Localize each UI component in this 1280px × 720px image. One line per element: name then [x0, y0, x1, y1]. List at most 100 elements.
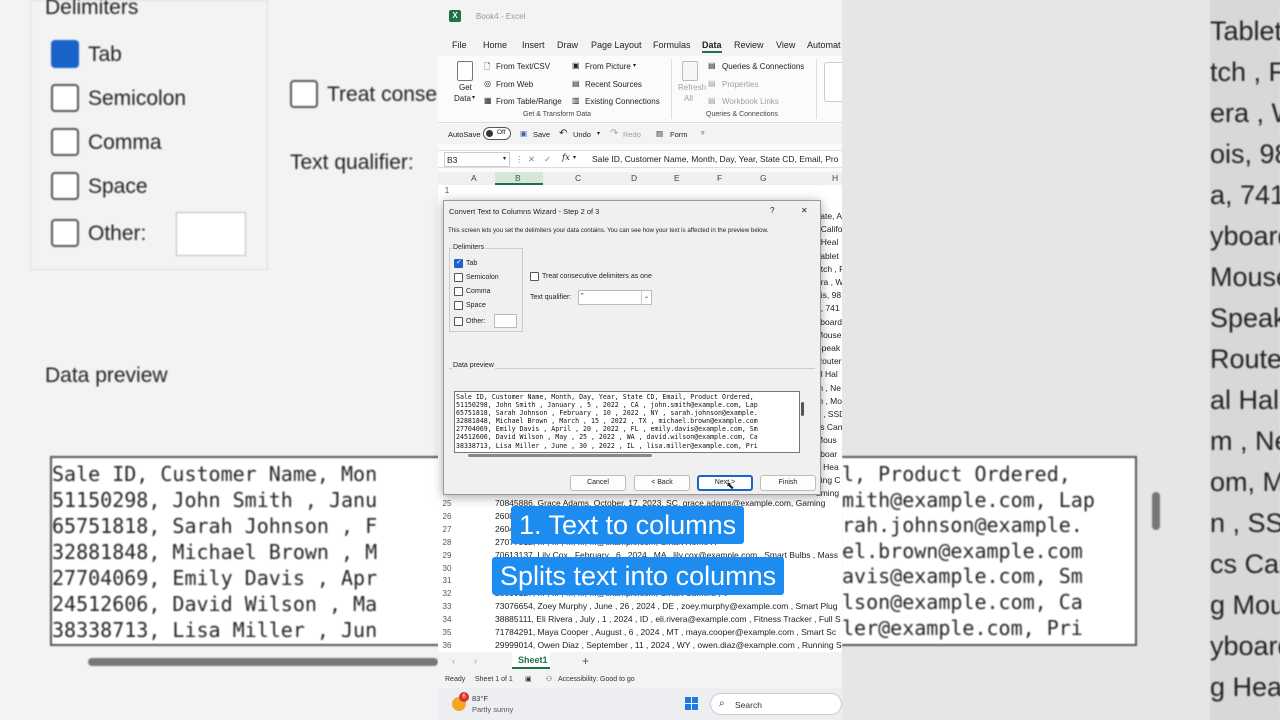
preview-line: Sale ID, Customer Name, Month, Day, Year… — [456, 393, 754, 401]
other-input[interactable] — [494, 314, 517, 328]
properties-button[interactable]: Properties — [722, 80, 758, 89]
undo-button[interactable]: Undo — [573, 130, 591, 139]
menu-automate[interactable]: Automat — [807, 40, 841, 50]
next-sheet-icon[interactable]: › — [474, 656, 477, 666]
menu-insert[interactable]: Insert — [522, 40, 545, 50]
close-button[interactable]: ✕ — [801, 206, 808, 215]
help-button[interactable]: ? — [770, 206, 774, 215]
col-header-b[interactable]: B — [515, 173, 521, 183]
row-number: 35 — [442, 628, 452, 637]
consecutive-checkbox[interactable] — [530, 272, 539, 281]
existing-connections-button[interactable]: Existing Connections — [585, 97, 660, 106]
space-checkbox[interactable] — [454, 301, 463, 310]
get-data-button[interactable]: Get — [459, 83, 472, 92]
redo-button[interactable]: Redo — [623, 130, 641, 139]
name-box[interactable]: B3 ▾ — [444, 152, 510, 167]
cancel-button[interactable]: Cancel — [570, 475, 626, 491]
links-icon: ▤ — [708, 96, 716, 105]
from-web-button[interactable]: From Web — [496, 80, 533, 89]
workbook-links-button[interactable]: Workbook Links — [722, 97, 779, 106]
semicolon-checkbox[interactable] — [454, 273, 463, 282]
col-header-h[interactable]: H — [832, 173, 838, 183]
search-placeholder: Search — [735, 700, 762, 710]
zoom-consecutive-checkbox — [290, 80, 318, 108]
preview-vscrollbar[interactable] — [801, 402, 804, 416]
cancel-icon[interactable]: ✕ — [528, 154, 535, 165]
col-header-a[interactable]: A — [471, 173, 477, 183]
col-header-d[interactable]: D — [631, 173, 637, 183]
next-button[interactable]: Next > — [697, 475, 753, 491]
row-number: 30 — [442, 563, 452, 573]
preview-hscrollbar[interactable] — [468, 454, 652, 457]
zoom-cell: Speak — [1210, 303, 1280, 333]
tab-checkbox[interactable]: ✓ — [454, 259, 463, 268]
accessibility-icon: ⚇ — [546, 676, 553, 683]
windows-start-icon[interactable] — [685, 697, 699, 711]
zoom-cell: om, M — [1210, 467, 1280, 497]
back-button[interactable]: < Back — [634, 475, 690, 491]
window-title: Book4 - Excel — [476, 12, 526, 21]
refresh-all-button[interactable]: Refresh — [678, 83, 706, 92]
prev-sheet-icon[interactable]: ‹ — [452, 656, 455, 666]
text-to-columns-dialog: Convert Text to Columns Wizard - Step 2 … — [443, 200, 821, 495]
delimiters-label: Delimiters — [452, 244, 486, 251]
col-header-f[interactable]: F — [717, 173, 722, 183]
add-sheet-button[interactable]: + — [582, 654, 589, 668]
comma-checkbox[interactable] — [454, 287, 463, 296]
taskbar-search[interactable]: ⌕ Search — [710, 693, 842, 715]
table-row[interactable]: 73076654, Zoey Murphy , June , 26 , 2024… — [495, 601, 842, 614]
menu-file[interactable]: File — [452, 40, 467, 50]
menu-home[interactable]: Home — [483, 40, 507, 50]
zoom-cell: g Mous — [1210, 590, 1280, 620]
status-sheet-of: Sheet 1 of 1 — [475, 676, 513, 683]
zoom-comma-label: Comma — [88, 131, 162, 154]
group-queries: Queries & Connections — [706, 111, 778, 118]
save-button[interactable]: Save — [533, 130, 550, 139]
insert-function-icon[interactable]: fx — [562, 153, 570, 163]
menu-review[interactable]: Review — [734, 40, 764, 50]
table-row[interactable]: 71784291, Maya Cooper , August , 6 , 202… — [495, 627, 842, 640]
menu-formulas[interactable]: Formulas — [653, 40, 691, 50]
status-bar: Ready Sheet 1 of 1 ▣ ⚇ Accessibility: Go… — [438, 672, 842, 688]
data-preview[interactable]: Sale ID, Customer Name, Month, Day, Year… — [454, 391, 800, 453]
menu-page-layout[interactable]: Page Layout — [591, 40, 642, 50]
status-accessibility[interactable]: Accessibility: Good to go — [558, 676, 635, 683]
queries-connections-button[interactable]: Queries & Connections — [722, 62, 804, 71]
menu-data[interactable]: Data — [702, 40, 722, 53]
picture-icon: ▣ — [572, 61, 580, 70]
other-checkbox[interactable] — [454, 317, 463, 326]
recent-sources-button[interactable]: Recent Sources — [585, 80, 642, 89]
qualifier-select[interactable]: " ⌄ — [578, 290, 652, 305]
col-header-g[interactable]: G — [760, 173, 767, 183]
autosave-toggle[interactable]: Off — [483, 127, 511, 140]
sheet-tab-sheet1[interactable]: Sheet1 — [512, 652, 550, 669]
name-box-chevron-icon: ▾ — [502, 156, 506, 162]
menu-view[interactable]: View — [776, 40, 795, 50]
formula-content[interactable]: Sale ID, Customer Name, Month, Day, Year… — [592, 154, 838, 164]
get-data-label2: Data — [454, 94, 471, 103]
table-row[interactable]: 38885111, Eli Rivera , July , 1 , 2024 ,… — [495, 614, 842, 627]
consecutive-label: Treat consecutive delimiters as one — [542, 273, 652, 280]
menu-draw[interactable]: Draw — [557, 40, 578, 50]
zoom-preview-line: avis@example.com, Sm — [842, 564, 1083, 589]
col-header-e[interactable]: E — [674, 173, 680, 183]
enter-icon[interactable]: ✓ — [544, 154, 551, 165]
zoom-other-label: Other: — [88, 222, 147, 245]
qualifier-value: " — [581, 293, 584, 300]
file-icon: 🗋 — [484, 62, 491, 71]
finish-button[interactable]: Finish — [760, 475, 816, 491]
from-picture-button[interactable]: From Picture — [585, 62, 631, 71]
from-text-csv-button[interactable]: From Text/CSV — [496, 62, 550, 71]
col-header-c[interactable]: C — [575, 173, 581, 183]
connections-icon: ▥ — [572, 96, 580, 105]
zoom-semicolon-checkbox — [51, 84, 79, 112]
zoom-preview-line: el.brown@example.com — [842, 538, 1083, 563]
form-button[interactable]: Form — [670, 130, 688, 139]
customize-qat-icon[interactable]: ▿ — [701, 129, 705, 137]
zoom-cell: al Hal — [1210, 385, 1280, 415]
macro-icon[interactable]: ▣ — [525, 675, 532, 683]
fx-chevron-icon: ▾ — [573, 155, 577, 161]
table-row[interactable]: 29999014, Owen Diaz , September , 11 , 2… — [495, 640, 842, 653]
from-table-button[interactable]: From Table/Range — [496, 97, 562, 106]
caption-title: 1. Text to columns — [511, 506, 745, 544]
